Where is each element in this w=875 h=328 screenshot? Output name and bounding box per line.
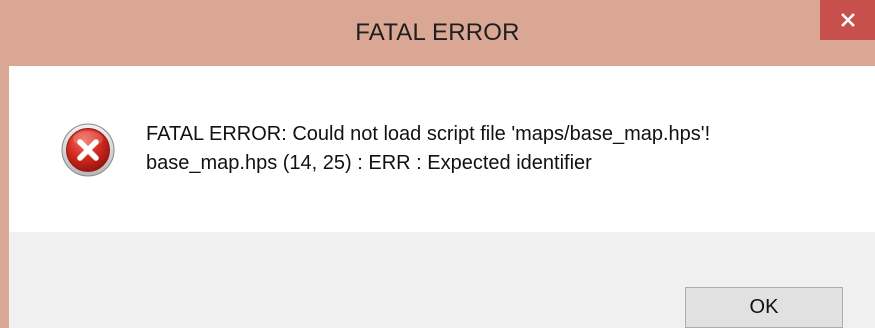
ok-button[interactable]: OK [685,287,843,328]
window-title: FATAL ERROR [355,19,520,46]
close-icon [840,13,855,27]
error-message-line-2: base_map.hps (14, 25) : ERR : Expected i… [146,152,592,174]
error-message: FATAL ERROR: Could not load script file … [146,120,710,178]
message-area: FATAL ERROR: Could not load script file … [9,66,875,232]
dialog-client-area: FATAL ERROR: Could not load script file … [9,66,875,328]
error-message-line-1: FATAL ERROR: Could not load script file … [146,123,711,145]
button-area: OK [9,232,875,328]
error-icon [61,123,115,177]
error-dialog-window: FATAL ERROR FATAL ERROR: Could not load … [0,0,875,328]
title-bar[interactable]: FATAL ERROR [0,0,875,66]
close-button[interactable] [820,0,875,40]
